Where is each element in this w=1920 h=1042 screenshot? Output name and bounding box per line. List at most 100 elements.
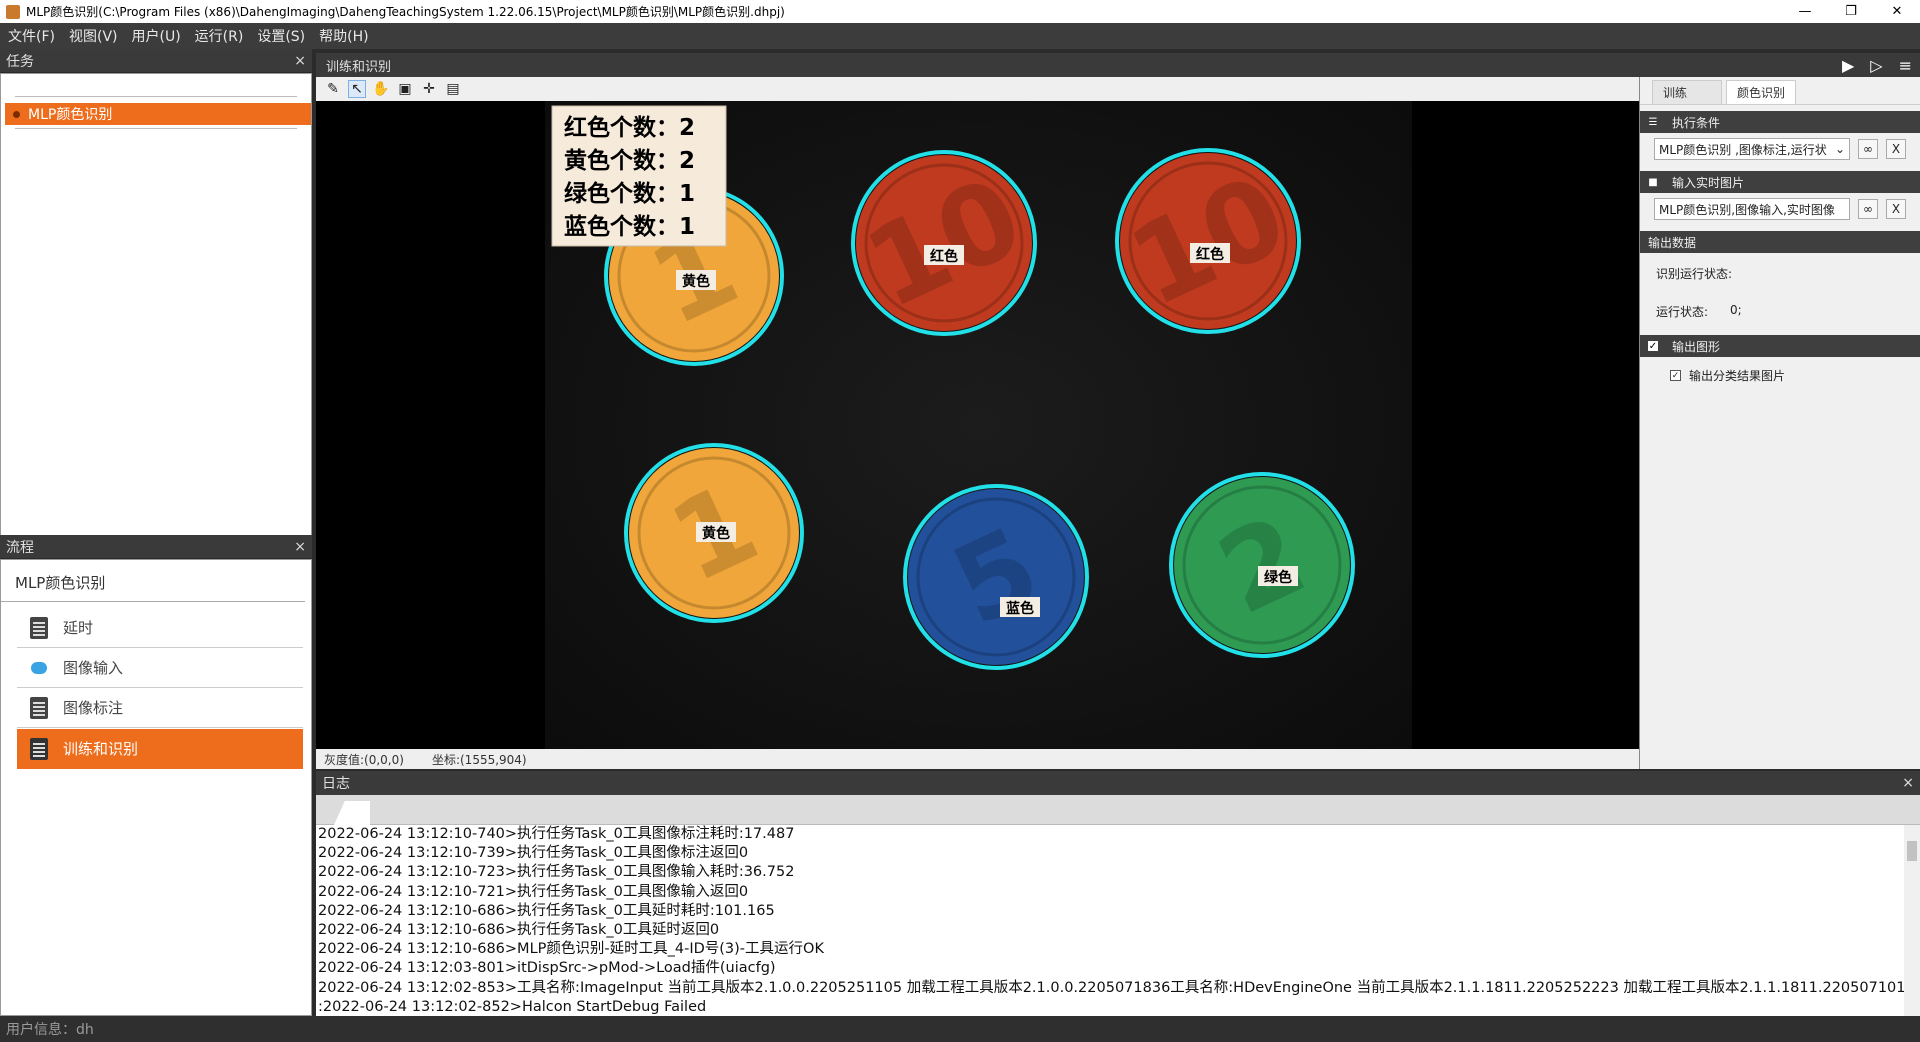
window-title: MLP颜色识别(C:\Program Files (x86)\DahengIma…: [26, 5, 785, 19]
coin: 5蓝色: [903, 484, 1089, 670]
menu-help[interactable]: 帮助(H): [319, 26, 368, 46]
close-button[interactable]: ✕: [1874, 0, 1920, 23]
log-panel-header: 日志 ×: [316, 771, 1920, 795]
flow-item-train-recognize[interactable]: 训练和识别: [17, 729, 303, 769]
flow-item-image-annotation[interactable]: 图像标注: [17, 688, 303, 728]
tool-properties-panel: 训练 颜色识别 ☰ 执行条件 MLP颜色识别 ,图像标注,运行状 ⌄ ∞ X ■…: [1639, 77, 1920, 769]
exec-condition-select[interactable]: MLP颜色识别 ,图像标注,运行状 ⌄: [1654, 138, 1850, 160]
flow-panel-header: 流程 ×: [0, 535, 312, 559]
flow-item-image-input[interactable]: 图像输入: [17, 648, 303, 688]
coin-label: 蓝色: [1006, 600, 1034, 617]
fit-tool-icon[interactable]: ▣: [396, 80, 414, 98]
hand-tool-icon[interactable]: ✋: [372, 80, 390, 98]
flow-panel-header-wrap: 流程 ×: [0, 535, 312, 559]
log-line: 2022-06-24 13:12:03-801>itDispSrc->pMod-…: [318, 960, 776, 977]
coin: 10红色: [1112, 148, 1304, 334]
left-dock: 任务 × MLP颜色识别 流程 × MLP颜色识别 延时 图像输入 图像标注 训…: [0, 49, 312, 1016]
log-scrollbar[interactable]: [1904, 825, 1920, 1016]
section-output-graphics[interactable]: ✓ 输出图形: [1640, 335, 1920, 357]
coin: 10红色: [848, 150, 1040, 336]
run-icon[interactable]: ▶: [1842, 56, 1854, 75]
flow-item-delay[interactable]: 延时: [17, 608, 303, 648]
section-exec-condition[interactable]: ☰ 执行条件: [1640, 111, 1920, 133]
clear-button[interactable]: X: [1886, 199, 1906, 219]
count-green: 绿色个数：1: [564, 180, 695, 207]
log-line: 2022-06-24 13:12:10-686>MLP颜色识别-延时工具_4-I…: [318, 941, 824, 958]
checkbox-icon[interactable]: ✓: [1648, 341, 1658, 352]
pointer-tool-icon[interactable]: ↖: [348, 80, 366, 98]
flow-panel-close-icon[interactable]: ×: [294, 539, 306, 555]
coin-image: 1黄色 10红色 10红色1黄色 5蓝色 2绿色 红色个数：2 黄色个数：2 绿色个数：…: [545, 101, 1412, 749]
coin-label: 黄色: [702, 525, 730, 542]
flow-item-label: 图像输入: [63, 659, 124, 677]
app-icon: [6, 4, 20, 19]
run-status-value: 0;: [1730, 303, 1742, 317]
menu-user[interactable]: 用户(U): [132, 26, 181, 46]
section-title: 输出数据: [1648, 235, 1697, 250]
recog-status-label: 识别运行状态:: [1656, 267, 1733, 281]
section-output-data[interactable]: 输出数据: [1640, 231, 1920, 253]
title-bar: MLP颜色识别(C:\Program Files (x86)\DahengIma…: [0, 0, 1920, 23]
coin: 1黄色: [624, 443, 804, 623]
link-button[interactable]: ∞: [1858, 199, 1878, 219]
log-panel-close-icon[interactable]: ×: [1902, 775, 1914, 791]
property-tabs: 训练 颜色识别: [1640, 77, 1920, 105]
clear-button[interactable]: X: [1886, 139, 1906, 159]
log-line: 2022-06-24 13:12:10-686>执行任务Task_0工具延时返回…: [318, 922, 720, 939]
scrollbar-thumb[interactable]: [1907, 841, 1917, 861]
count-blue: 蓝色个数：1: [564, 213, 695, 240]
menu-settings[interactable]: 设置(S): [257, 26, 305, 46]
count-box: 红色个数：2 黄色个数：2 绿色个数：1 蓝色个数：1: [551, 105, 727, 247]
document-icon: [29, 696, 49, 719]
count-red: 红色个数：2: [564, 114, 695, 141]
crosshair-tool-icon[interactable]: ✛: [420, 80, 438, 98]
log-line: 2022-06-24 13:12:02-853>工具名称:ImageInput …: [318, 979, 1920, 996]
bullet-icon: [13, 110, 20, 118]
status-bar: 用户信息：dh: [0, 1016, 1920, 1042]
flow-item-label: 训练和识别: [63, 740, 139, 758]
coin-label: 黄色: [682, 273, 710, 290]
exec-condition-value: MLP颜色识别 ,图像标注,运行状: [1659, 142, 1827, 157]
gray-value-readout: 灰度值:(0,0,0): [324, 752, 404, 767]
run-status-label: 运行状态:: [1656, 305, 1709, 319]
output-classified-image-option[interactable]: ✓ 输出分类结果图片: [1640, 357, 1920, 384]
log-tab[interactable]: [334, 801, 370, 825]
divider: [15, 128, 297, 129]
menu-file[interactable]: 文件(F): [8, 26, 55, 46]
section-title: 输出图形: [1672, 339, 1721, 354]
save-tool-icon[interactable]: ▤: [444, 80, 462, 98]
tab-color-recognition[interactable]: 颜色识别: [1726, 80, 1797, 104]
run-status-row: 运行状态: 0;: [1640, 291, 1920, 329]
edit-tool-icon[interactable]: ✎: [324, 80, 342, 98]
minimize-button[interactable]: —: [1782, 0, 1828, 23]
count-yellow: 黄色个数：2: [564, 147, 695, 174]
run-once-icon[interactable]: ▷: [1870, 56, 1882, 75]
list-icon: ☰: [1648, 116, 1658, 128]
section-input-image[interactable]: ■ 输入实时图片: [1640, 171, 1920, 193]
section-title: 输入实时图片: [1672, 175, 1745, 190]
divider: [15, 96, 297, 97]
tab-train[interactable]: 训练: [1652, 80, 1722, 104]
log-line: 2022-06-24 13:12:10-686>执行任务Task_0工具延时耗时…: [318, 902, 775, 919]
log-line: :2022-06-24 13:12:02-852>Halcon StartDeb…: [318, 998, 707, 1015]
task-item-mlp[interactable]: MLP颜色识别: [5, 103, 311, 125]
image-viewer[interactable]: 1 黄色 10 红色 10 红色 1 黄色 5 蓝色 2 绿色 红色个数：2 黄色个数：2 绿色个数：…: [316, 101, 1639, 749]
task-panel-close-icon[interactable]: ×: [294, 53, 306, 69]
chat-icon: [29, 657, 49, 679]
flow-item-label: 延时: [63, 619, 94, 637]
link-button[interactable]: ∞: [1858, 139, 1878, 159]
viewer-tab-title[interactable]: 训练和识别: [326, 56, 391, 75]
log-line: 2022-06-24 13:12:10-740>执行任务Task_0工具图像标注…: [318, 826, 795, 842]
checkbox[interactable]: ✓: [1670, 370, 1681, 381]
restore-button[interactable]: ❐: [1828, 0, 1874, 23]
menu-view[interactable]: 视图(V): [69, 26, 118, 46]
coin: 2绿色: [1169, 472, 1355, 658]
coin-label: 绿色: [1264, 569, 1292, 586]
log-output[interactable]: 2022-06-24 13:12:10-740>执行任务Task_0工具图像标注…: [316, 825, 1920, 1016]
menu-run[interactable]: 运行(R): [195, 26, 244, 46]
input-image-field[interactable]: MLP颜色识别,图像输入,实时图像: [1654, 198, 1850, 220]
menu-icon[interactable]: ≡: [1899, 56, 1912, 75]
log-panel-title: 日志: [322, 776, 350, 792]
coin-label: 红色: [930, 248, 958, 265]
section-title: 执行条件: [1672, 115, 1721, 130]
